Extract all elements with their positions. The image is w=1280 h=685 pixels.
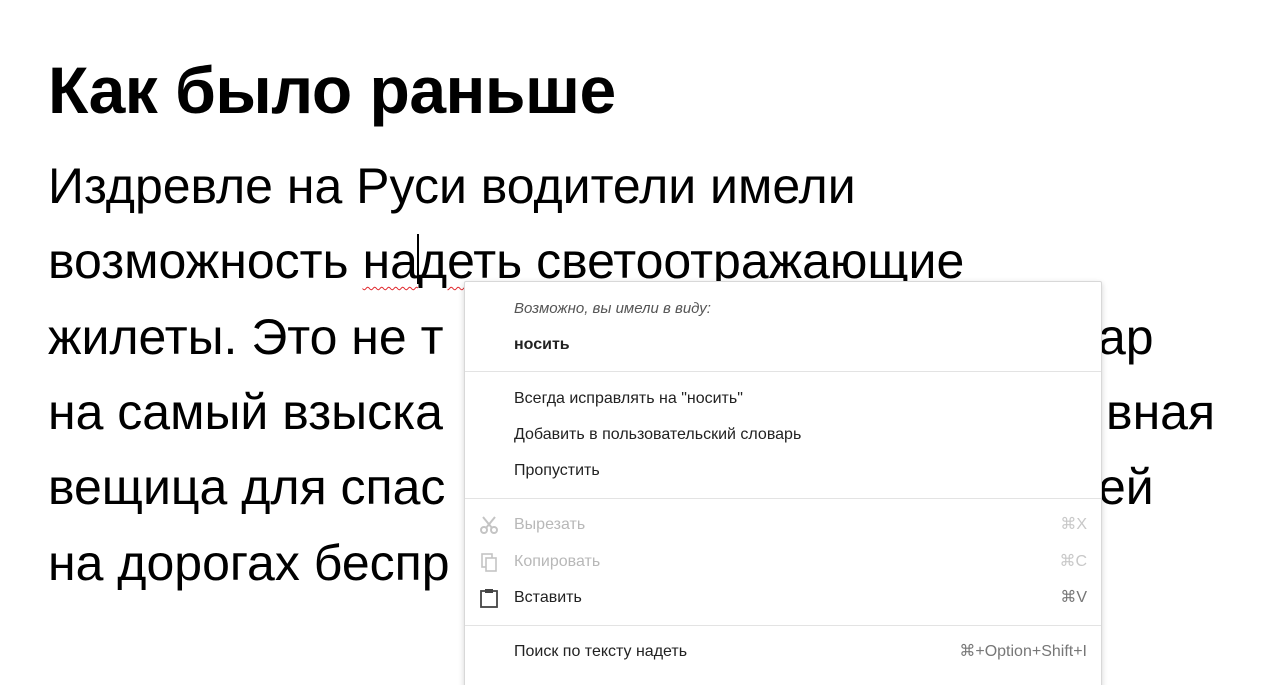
skip-item[interactable]: Пропустить [465,456,1101,486]
menu-divider [465,371,1101,372]
copy-shortcut: ⌘C [1059,553,1087,570]
spellcheck-header: Возможно, вы имели в виду: [514,300,711,317]
cut-label: Вырезать [514,516,586,533]
search-text-label: Поиск по тексту надеть [514,643,688,660]
body-line-3-tail[interactable]: ар [1098,307,1154,367]
menu-divider [465,625,1101,626]
paste-label: Вставить [514,589,582,606]
copy-label: Копировать [514,553,601,570]
skip-label: Пропустить [514,462,600,479]
menu-divider [465,498,1101,499]
body-text-segment: возможность [48,233,363,289]
cut-shortcut: ⌘X [1060,516,1087,533]
body-line-5[interactable]: вещица для спас [48,457,445,517]
body-line-5-tail[interactable]: ей [1098,457,1154,517]
always-correct-item[interactable]: Всегда исправлять на "носить" [465,384,1101,414]
misspelled-word-part: на [362,233,418,289]
cut-item[interactable]: Вырезать ⌘X [465,510,1101,540]
copy-item[interactable]: Копировать ⌘C [465,547,1101,577]
always-correct-label: Всегда исправлять на "носить" [514,390,743,407]
search-text-item[interactable]: Поиск по тексту надеть ⌘+Option+Shift+I [465,637,1101,667]
copy-icon [479,552,499,572]
body-line-6[interactable]: на дорогах беспр [48,533,450,593]
suggestion-label: носить [514,336,570,353]
paste-item[interactable]: Вставить ⌘V [465,583,1101,613]
body-line-4-tail[interactable]: вная [1106,382,1215,442]
search-text-shortcut: ⌘+Option+Shift+I [959,643,1087,660]
suggestion-item[interactable]: носить [465,330,1101,360]
body-line-1[interactable]: Издревле на Руси водители имели [48,156,856,216]
body-line-4[interactable]: на самый взыска [48,382,443,442]
add-to-dictionary-label: Добавить в пользовательский словарь [514,426,802,443]
scissors-icon [479,515,499,535]
add-to-dictionary-item[interactable]: Добавить в пользовательский словарь [465,420,1101,450]
paste-shortcut: ⌘V [1060,589,1087,606]
clipboard-icon [479,588,499,608]
document-page: Как было раньше Издревле на Руси водител… [0,0,1280,685]
context-menu: Возможно, вы имели в виду: носить Всегда… [464,281,1102,685]
slide-title[interactable]: Как было раньше [48,50,616,130]
body-line-3[interactable]: жилеты. Это не т [48,307,444,367]
